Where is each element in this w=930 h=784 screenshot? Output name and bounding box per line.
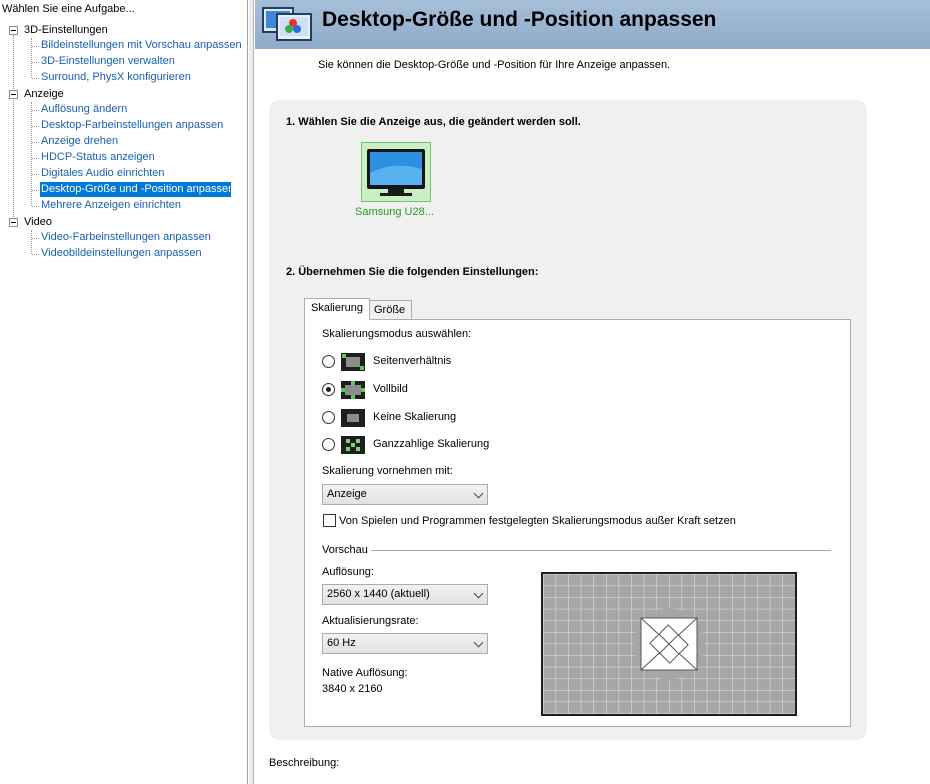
override-scaling-checkbox[interactable] (323, 514, 336, 527)
tree-branch-line (32, 254, 39, 255)
native-resolution-label: Native Auflösung: (322, 667, 408, 679)
tree-item-mehrere-anzeigen[interactable]: Mehrere Anzeigen einrichten (40, 198, 182, 213)
group-divider (371, 550, 831, 551)
radio-vollbild[interactable] (322, 383, 335, 396)
scaling-mode-label: Skalierungsmodus auswählen: (322, 328, 472, 340)
pane-splitter[interactable] (249, 0, 254, 784)
radio-keine-skalierung[interactable] (322, 411, 335, 424)
tree-branch-line (32, 190, 39, 191)
tree-branch-line (32, 126, 39, 127)
display-name-label: Samsung U28... (355, 206, 434, 218)
tab-skalierung[interactable]: Skalierung (304, 298, 370, 320)
category-3d-einstellungen[interactable]: 3D-Einstellungen (24, 24, 108, 36)
tree-branch-line (32, 78, 39, 79)
resolution-label: Auflösung: (322, 566, 374, 578)
tree-branch-line (32, 142, 39, 143)
tree-branch-line (32, 62, 39, 63)
tree-branch-line (32, 110, 39, 111)
chevron-down-icon (473, 637, 484, 648)
tree-item-desktop-groesse[interactable]: Desktop-Größe und -Position anpassen (40, 182, 234, 197)
tree-branch-line (31, 38, 32, 78)
category-anzeige[interactable]: Anzeige (24, 88, 64, 100)
task-tree-pane: Wählen Sie eine Aufgabe... 3D-Einstellun… (0, 0, 248, 784)
radio-ganzzahlige-skalierung[interactable] (322, 438, 335, 451)
tree-item-hdcp[interactable]: HDCP-Status anzeigen (40, 150, 156, 165)
page-description: Sie können die Desktop-Größe und -Positi… (318, 59, 671, 71)
collapse-icon[interactable] (9, 90, 18, 99)
mode-label-keine-skalierung[interactable]: Keine Skalierung (373, 411, 456, 423)
refresh-rate-value: 60 Hz (327, 637, 356, 649)
tree-branch-line (31, 230, 32, 254)
tab-groesse[interactable]: Größe (367, 300, 413, 320)
task-tree-header: Wählen Sie eine Aufgabe... (2, 3, 135, 15)
tree-item-aufloesung[interactable]: Auflösung ändern (40, 102, 128, 117)
mode-label-vollbild[interactable]: Vollbild (373, 383, 408, 395)
desktop-size-icon (262, 7, 312, 41)
chevron-down-icon (473, 488, 484, 499)
tree-item-videobild[interactable]: Videobildeinstellungen anpassen (40, 246, 203, 261)
chevron-down-icon (473, 588, 484, 599)
tree-branch-line (32, 46, 39, 47)
monitor-icon (367, 149, 425, 196)
no-scaling-icon (341, 409, 365, 427)
tree-branch-line (32, 158, 39, 159)
fullscreen-icon (341, 381, 365, 399)
test-pattern-image (543, 574, 795, 714)
scaling-preview (541, 572, 797, 716)
mode-label-seitenverhaeltnis[interactable]: Seitenverhältnis (373, 355, 451, 367)
resolution-select[interactable]: 2560 x 1440 (aktuell) (322, 584, 488, 605)
tree-item-digitales-audio[interactable]: Digitales Audio einrichten (40, 166, 166, 181)
perform-scaling-value: Anzeige (327, 488, 367, 500)
category-video[interactable]: Video (24, 216, 52, 228)
refresh-rate-label: Aktualisierungsrate: (322, 615, 419, 627)
resolution-value: 2560 x 1440 (aktuell) (327, 588, 430, 600)
collapse-icon[interactable] (9, 26, 18, 35)
aspect-ratio-icon (341, 353, 365, 371)
display-selector-tile[interactable] (361, 142, 431, 202)
tree-item-surround-physx[interactable]: Surround, PhysX konfigurieren (40, 70, 192, 85)
tree-item-bildeinstellungen[interactable]: Bildeinstellungen mit Vorschau anpassen (40, 38, 243, 53)
override-scaling-label[interactable]: Von Spielen und Programmen festgelegten … (339, 515, 736, 527)
native-resolution-value: 3840 x 2160 (322, 683, 383, 695)
integer-scaling-icon (341, 436, 365, 454)
tree-branch-line (32, 238, 39, 239)
perform-scaling-select[interactable]: Anzeige (322, 484, 488, 505)
tree-item-video-farbe[interactable]: Video-Farbeinstellungen anpassen (40, 230, 212, 245)
collapse-icon[interactable] (9, 218, 18, 227)
description-label: Beschreibung: (269, 757, 340, 769)
preview-group-label: Vorschau (322, 544, 368, 556)
tree-branch-line (32, 174, 39, 175)
tree-item-farbeinstellungen[interactable]: Desktop-Farbeinstellungen anpassen (40, 118, 224, 133)
mode-label-ganzzahlige-skalierung[interactable]: Ganzzahlige Skalierung (373, 438, 489, 450)
step-2-heading: 2. Übernehmen Sie die folgenden Einstell… (286, 266, 539, 278)
perform-scaling-label: Skalierung vornehmen mit: (322, 465, 453, 477)
refresh-rate-select[interactable]: 60 Hz (322, 633, 488, 654)
step-1-heading: 1. Wählen Sie die Anzeige aus, die geänd… (286, 116, 581, 128)
radio-seitenverhaeltnis[interactable] (322, 355, 335, 368)
page-title: Desktop-Größe und -Position anpassen (322, 8, 717, 31)
tree-item-anzeige-drehen[interactable]: Anzeige drehen (40, 134, 119, 149)
tree-item-3d-verwalten[interactable]: 3D-Einstellungen verwalten (40, 54, 176, 69)
page-banner: Desktop-Größe und -Position anpassen (255, 0, 930, 49)
tree-guide-line (13, 35, 14, 225)
tree-branch-line (32, 206, 39, 207)
content-pane: Desktop-Größe und -Position anpassen Sie… (255, 0, 930, 784)
